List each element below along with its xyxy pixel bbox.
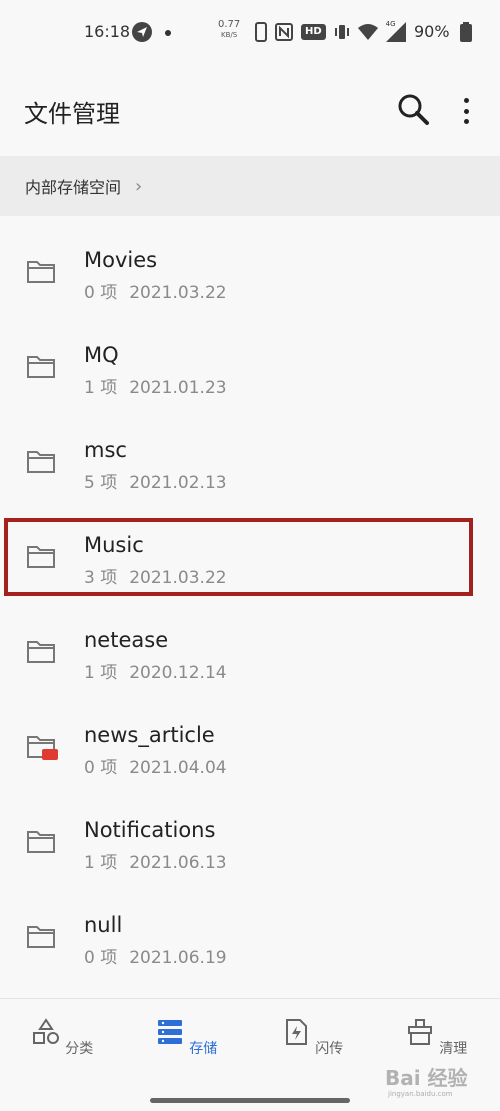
file-count: 0 项: [84, 948, 118, 968]
vibrate-icon: [334, 25, 349, 39]
watermark: Bai 经验: [385, 1066, 468, 1090]
category-icon: [32, 1018, 59, 1044]
location-icon: [132, 22, 152, 42]
nav-tab-storage[interactable]: 存储: [146, 1017, 226, 1058]
list-item[interactable]: Notifications 1 项 2021.06.13: [0, 786, 500, 881]
folder-icon: [27, 261, 55, 283]
folder-icon: [27, 356, 55, 378]
app-bar: 文件管理: [0, 64, 500, 156]
file-date: 2021.06.13: [129, 853, 227, 873]
chevron-right-icon: ›: [135, 175, 143, 197]
file-count: 0 项: [84, 283, 118, 303]
list-item[interactable]: MQ 1 项 2021.01.23: [0, 311, 500, 406]
nav-label: 存储: [189, 1041, 218, 1057]
breadcrumb[interactable]: 内部存储空间 ›: [0, 156, 500, 216]
file-name: null: [84, 913, 123, 937]
file-date: 2021.03.22: [129, 283, 227, 303]
file-date: 2021.01.23: [129, 378, 227, 398]
storage-icon: [157, 1020, 182, 1044]
file-name: news_article: [84, 723, 215, 747]
list-item[interactable]: Movies 0 项 2021.03.22: [0, 216, 500, 311]
net-speed: 0.77 KB/S: [218, 19, 241, 40]
status-time: 16:18: [84, 22, 131, 41]
list-item[interactable]: msc 5 项 2021.02.13: [0, 406, 500, 501]
battery-icon: [460, 22, 472, 42]
list-item[interactable]: news_article 0 项 2021.04.04: [0, 691, 500, 786]
home-indicator[interactable]: [150, 1098, 350, 1103]
file-date: 2021.04.04: [129, 758, 227, 778]
notification-dot-icon: [165, 30, 171, 36]
file-name: msc: [84, 438, 127, 462]
nav-label: 闪传: [315, 1041, 344, 1057]
file-name: Movies: [84, 248, 158, 272]
nav-label: 清理: [439, 1041, 468, 1057]
file-count: 1 项: [84, 663, 118, 683]
nav-tab-flash-transfer[interactable]: 闪传: [272, 1017, 352, 1058]
file-name: MQ: [84, 343, 119, 367]
nfc-icon: [275, 23, 293, 41]
flash-transfer-icon: [285, 1019, 307, 1045]
folder-icon: [27, 831, 55, 853]
search-icon[interactable]: [396, 92, 432, 128]
phone-icon: [255, 22, 267, 42]
list-item[interactable]: netease 1 项 2020.12.14: [0, 596, 500, 691]
file-count: 1 项: [84, 378, 118, 398]
page-title: 文件管理: [24, 100, 120, 128]
file-date: 2021.06.19: [129, 948, 227, 968]
file-name: Notifications: [84, 818, 216, 842]
folder-icon: [27, 451, 55, 473]
file-list: Movies 0 项 2021.03.22 MQ 1 项 2021.01.23 ms…: [0, 216, 500, 976]
nav-tab-cleanup[interactable]: 清理: [396, 1017, 476, 1058]
breadcrumb-label: 内部存储空间: [25, 178, 122, 197]
nav-label: 分类: [65, 1041, 94, 1057]
cellular-signal-icon: 4G: [385, 20, 406, 42]
file-count: 1 项: [84, 853, 118, 873]
app-badge-icon: [42, 749, 58, 760]
file-date: 2021.02.13: [129, 473, 227, 493]
more-options-icon[interactable]: [452, 94, 480, 128]
file-count: 5 项: [84, 473, 118, 493]
wifi-icon: [357, 24, 378, 40]
file-name: netease: [84, 628, 169, 652]
folder-icon: [27, 926, 55, 948]
hd-badge: HD: [301, 24, 326, 40]
battery-percent: 90%: [414, 22, 450, 41]
nav-tab-category[interactable]: 分类: [22, 1017, 102, 1058]
file-date: 2020.12.14: [129, 663, 227, 683]
list-item[interactable]: null 0 项 2021.06.19: [0, 881, 500, 976]
folder-icon: [27, 641, 55, 663]
watermark-url: jingyan.baidu.com: [388, 1090, 453, 1098]
cleanup-icon: [407, 1019, 432, 1045]
highlight-box: [4, 518, 473, 596]
status-bar: 16:18 0.77 KB/S HD 4G 90%: [0, 0, 500, 64]
file-count: 0 项: [84, 758, 118, 778]
